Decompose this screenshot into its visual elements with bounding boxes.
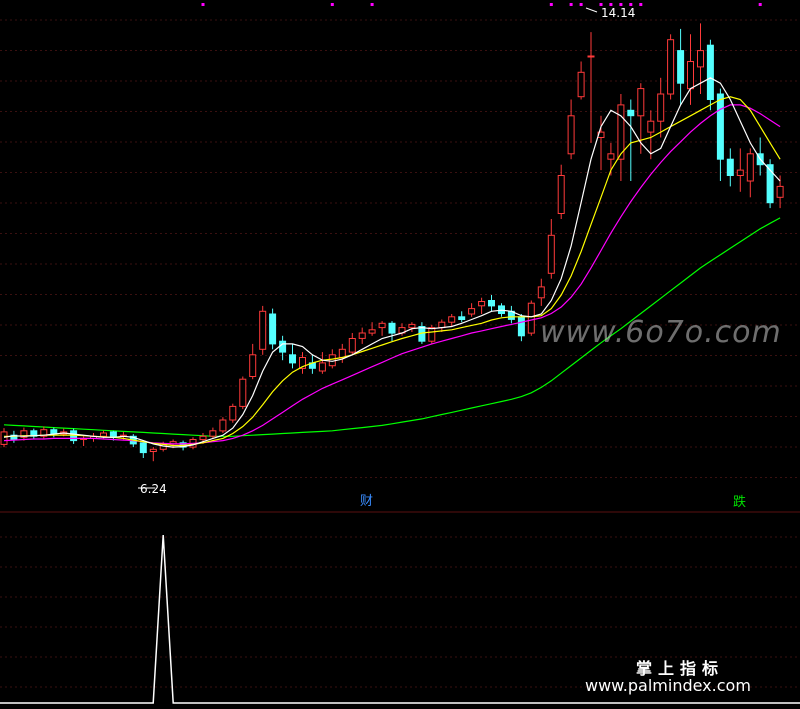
candle-body xyxy=(468,308,476,315)
candle-body xyxy=(219,419,227,432)
signal-dot xyxy=(370,3,374,6)
candle-body xyxy=(408,323,416,329)
candle-body xyxy=(537,286,545,299)
candle-body xyxy=(726,158,734,176)
stock-chart: 14.14 6.24 财 跌 www.6o7o.com 掌上指标 www.pal… xyxy=(0,0,800,709)
candle-body xyxy=(746,153,754,182)
high-price-label: 14.14 xyxy=(601,6,635,20)
signal-dot xyxy=(758,3,762,6)
candle-body xyxy=(348,338,356,353)
signal-dot xyxy=(201,3,205,6)
signal-dot xyxy=(579,3,583,6)
signal-dot xyxy=(569,3,573,6)
candle-body xyxy=(627,109,635,117)
candle-body xyxy=(677,50,685,84)
candle-body xyxy=(647,120,655,133)
signal-dot xyxy=(330,3,334,6)
candle-body xyxy=(607,153,615,160)
candle-body xyxy=(318,362,326,372)
brand-watermark-url: www.palmindex.com xyxy=(585,676,751,695)
low-price-label: 6.24 xyxy=(140,482,167,496)
candle-body xyxy=(697,50,704,68)
candle-body xyxy=(557,175,565,214)
candle-body xyxy=(428,327,436,342)
candle-body xyxy=(388,322,396,334)
candle-body xyxy=(199,435,207,441)
candle-body xyxy=(0,431,8,445)
candle-body xyxy=(289,354,296,364)
candle-body xyxy=(716,93,724,160)
candle-body xyxy=(577,71,585,98)
candle-body xyxy=(637,88,645,117)
signal-dot xyxy=(639,3,643,6)
low-price-marker: 6.24 xyxy=(138,482,167,496)
candle-body xyxy=(478,301,486,307)
candle-body xyxy=(776,185,784,198)
candle-body xyxy=(567,115,575,155)
candle-body xyxy=(239,378,247,407)
candle-body xyxy=(706,44,714,100)
candle-body xyxy=(139,442,147,454)
signal-label-die: 跌 xyxy=(733,494,746,510)
candle-body xyxy=(368,329,376,334)
candle-body xyxy=(458,316,466,320)
candle-body xyxy=(338,348,346,358)
candle-body xyxy=(736,169,744,177)
site-watermark: www.6o7o.com xyxy=(540,315,782,350)
candle-body xyxy=(527,302,535,334)
candle-body xyxy=(259,310,267,350)
candle-body xyxy=(667,39,675,95)
candle-body xyxy=(488,300,495,307)
candle-body xyxy=(249,354,257,377)
candle-body xyxy=(547,234,555,274)
candle-body xyxy=(209,430,217,437)
candle-body xyxy=(378,322,386,329)
candle-body xyxy=(100,432,107,437)
candle-body xyxy=(149,448,157,452)
candle-body xyxy=(657,93,665,122)
candle-body xyxy=(229,405,237,421)
signal-label-cai: 财 xyxy=(360,494,373,509)
candle-body xyxy=(269,313,277,345)
candle-body xyxy=(587,55,595,58)
signal-dot xyxy=(549,3,553,6)
candle-body xyxy=(687,61,694,90)
candle-body xyxy=(279,340,287,353)
candle-body xyxy=(517,316,525,337)
candle-body xyxy=(448,316,456,323)
candle-body xyxy=(358,332,366,339)
